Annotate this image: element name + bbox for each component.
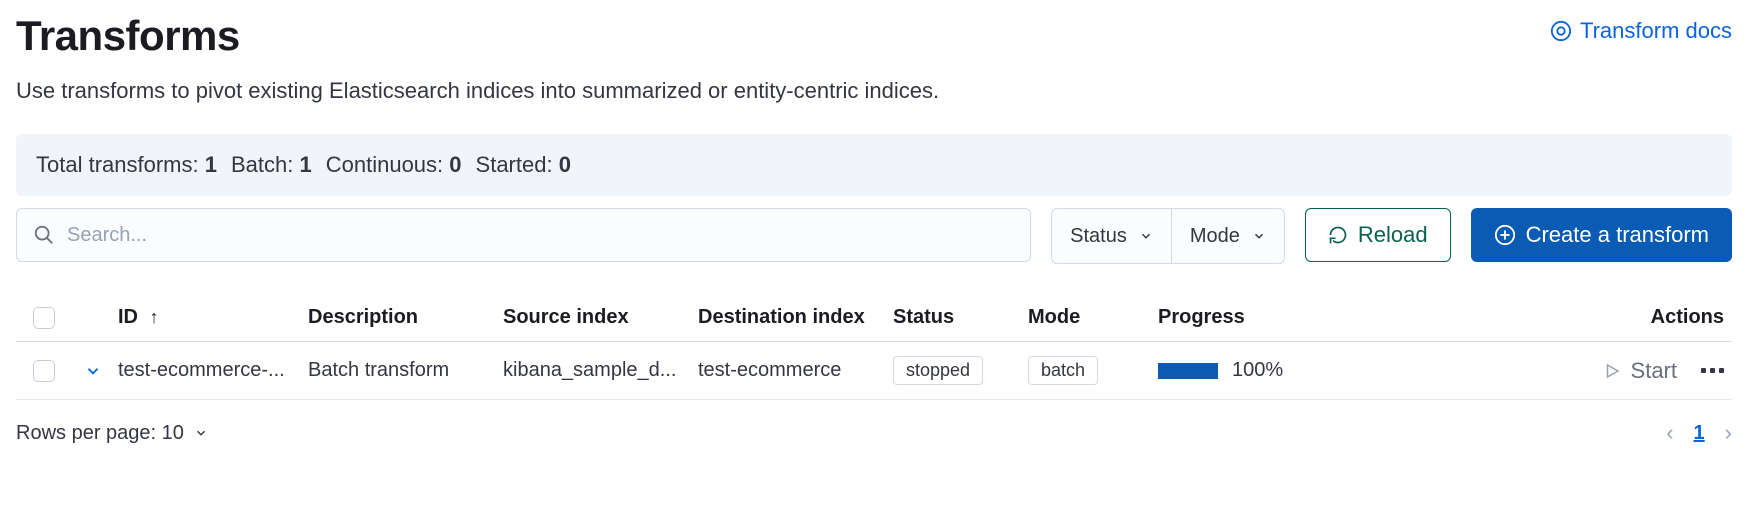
- progress-value: 100%: [1232, 359, 1283, 382]
- col-header-source-index[interactable]: Source index: [503, 306, 698, 329]
- col-header-progress[interactable]: Progress: [1158, 306, 1378, 329]
- docs-link-label: Transform docs: [1580, 18, 1732, 44]
- stat-continuous-value: 0: [449, 152, 461, 177]
- page-subtitle: Use transforms to pivot existing Elastic…: [16, 78, 1732, 104]
- next-page-button[interactable]: ›: [1725, 420, 1732, 446]
- current-page[interactable]: 1: [1694, 422, 1705, 445]
- chevron-down-icon: [1139, 229, 1153, 243]
- select-all-checkbox[interactable]: [33, 307, 55, 329]
- table-row: test-ecommerce-... Batch transform kiban…: [16, 342, 1732, 400]
- cell-source-index: kibana_sample_d...: [503, 359, 698, 382]
- stat-started-label: Started:: [476, 152, 553, 177]
- cell-description: Batch transform: [308, 359, 503, 382]
- stat-total-label: Total transforms:: [36, 152, 199, 177]
- play-icon: [1603, 362, 1621, 380]
- mode-filter-label: Mode: [1190, 225, 1240, 248]
- stat-continuous-label: Continuous:: [326, 152, 443, 177]
- prev-page-button[interactable]: ‹: [1666, 420, 1673, 446]
- sort-asc-icon: ↑: [150, 307, 159, 327]
- search-box[interactable]: [16, 208, 1031, 262]
- col-header-id[interactable]: ID ↑: [118, 306, 308, 329]
- transforms-table: ID ↑ Description Source index Destinatio…: [16, 294, 1732, 400]
- row-checkbox[interactable]: [33, 360, 55, 382]
- mode-filter-button[interactable]: Mode: [1171, 209, 1284, 263]
- col-header-actions: Actions: [1378, 306, 1728, 329]
- start-label: Start: [1631, 358, 1677, 384]
- chevron-down-icon: [194, 426, 208, 440]
- status-badge: stopped: [893, 356, 983, 385]
- help-icon: [1550, 20, 1572, 42]
- page-title: Transforms: [16, 12, 240, 60]
- status-filter-button[interactable]: Status: [1052, 209, 1171, 263]
- stats-bar: Total transforms: 1 Batch: 1 Continuous:…: [16, 134, 1732, 196]
- progress-bar: [1158, 363, 1218, 379]
- create-transform-button[interactable]: Create a transform: [1471, 208, 1732, 262]
- stat-started-value: 0: [559, 152, 571, 177]
- refresh-icon: [1328, 225, 1348, 245]
- chevron-down-icon: [1252, 229, 1266, 243]
- more-actions-button[interactable]: [1701, 368, 1724, 373]
- header-id-label: ID: [118, 306, 138, 328]
- col-header-status[interactable]: Status: [893, 306, 1028, 329]
- cell-id[interactable]: test-ecommerce-...: [118, 359, 308, 382]
- stat-batch-label: Batch:: [231, 152, 293, 177]
- plus-circle-icon: [1494, 224, 1516, 246]
- mode-badge: batch: [1028, 356, 1098, 385]
- status-filter-label: Status: [1070, 225, 1127, 248]
- rows-per-page-label: Rows per page: 10: [16, 422, 184, 445]
- expand-row-icon[interactable]: [84, 362, 102, 380]
- reload-button[interactable]: Reload: [1305, 208, 1451, 262]
- stat-total-value: 1: [205, 152, 217, 177]
- table-header-row: ID ↑ Description Source index Destinatio…: [16, 294, 1732, 342]
- reload-label: Reload: [1358, 222, 1428, 248]
- filter-group: Status Mode: [1051, 208, 1285, 264]
- start-button[interactable]: Start: [1603, 358, 1677, 384]
- progress-indicator: 100%: [1158, 359, 1378, 382]
- cell-destination-index: test-ecommerce: [698, 359, 893, 382]
- col-header-description[interactable]: Description: [308, 306, 503, 329]
- transform-docs-link[interactable]: Transform docs: [1550, 18, 1732, 44]
- col-header-destination-index[interactable]: Destination index: [698, 306, 893, 329]
- search-icon: [33, 224, 55, 246]
- stat-batch-value: 1: [299, 152, 311, 177]
- create-label: Create a transform: [1526, 222, 1709, 248]
- pagination: ‹ 1 ›: [1666, 420, 1732, 446]
- search-input[interactable]: [67, 224, 1014, 247]
- rows-per-page-selector[interactable]: Rows per page: 10: [16, 422, 208, 445]
- col-header-mode[interactable]: Mode: [1028, 306, 1158, 329]
